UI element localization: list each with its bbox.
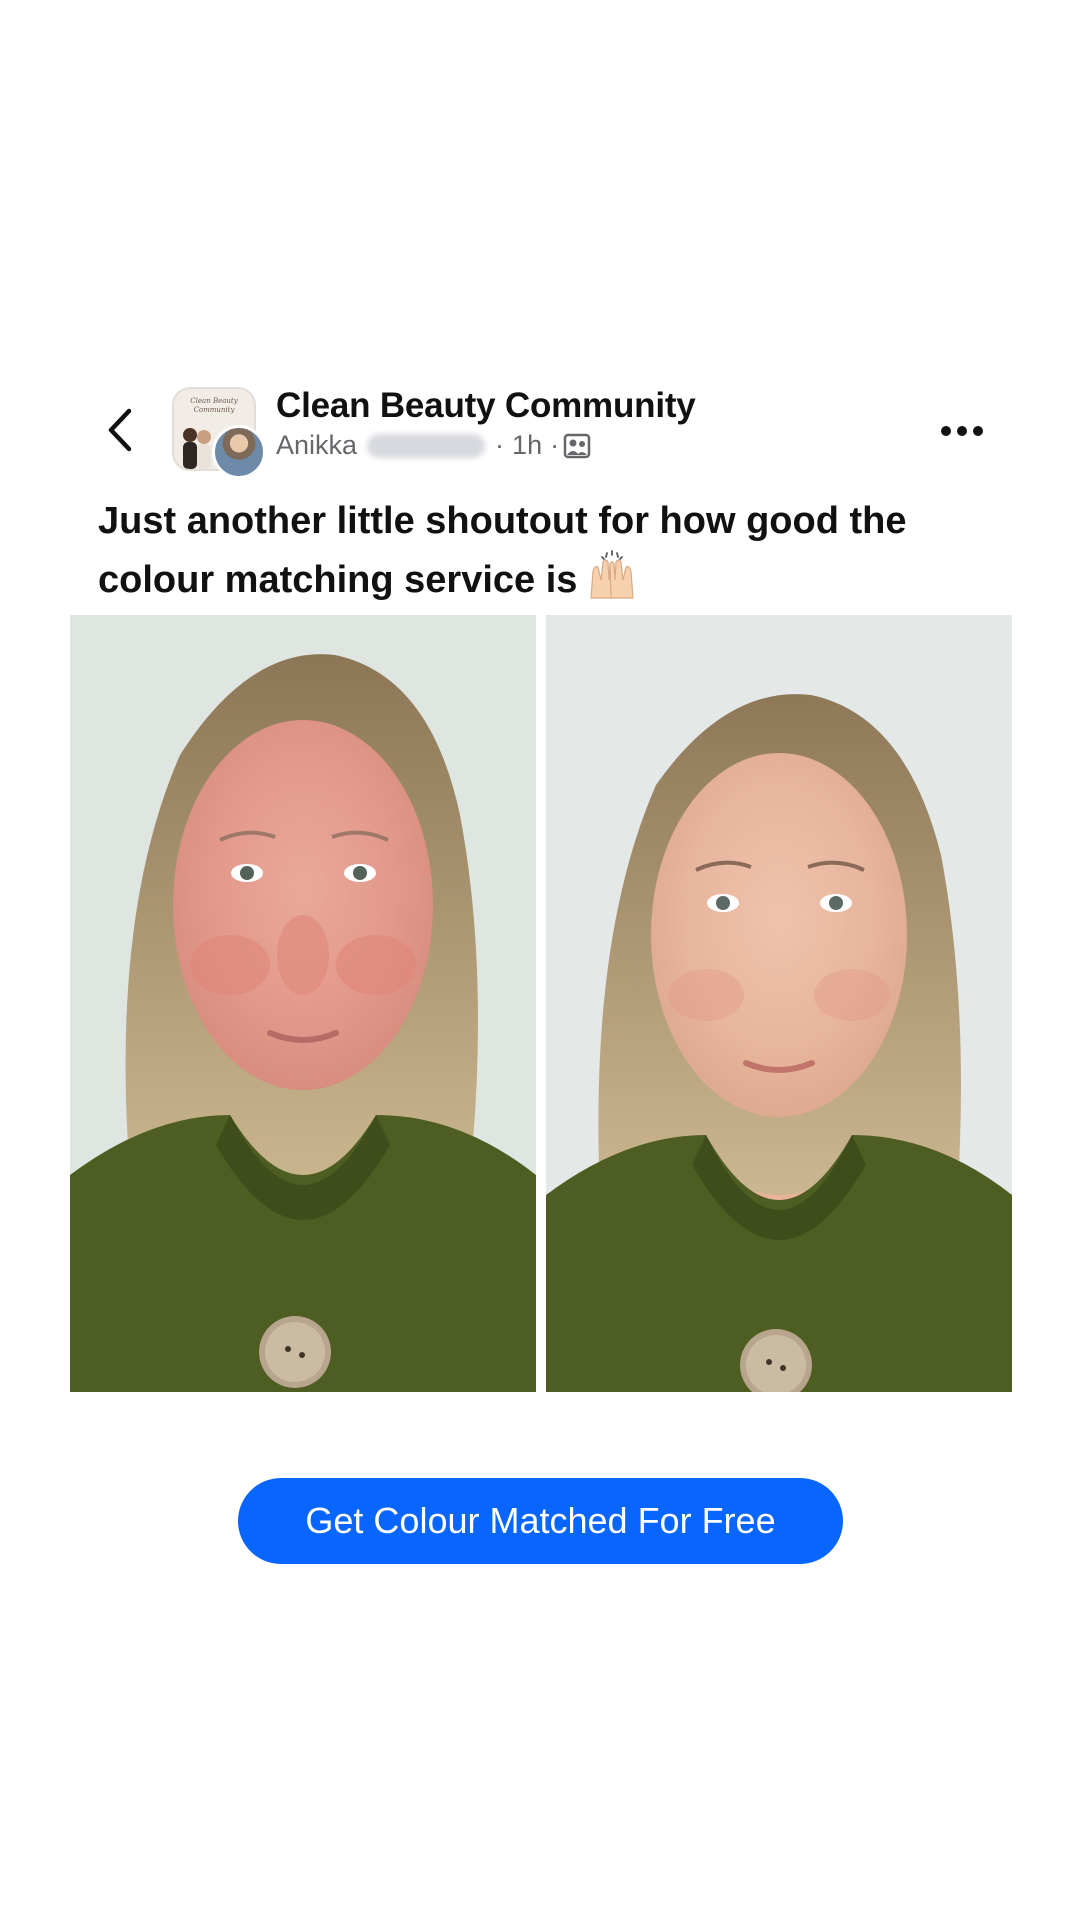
before-photo[interactable] xyxy=(70,615,536,1392)
back-button[interactable] xyxy=(96,402,144,458)
meta-separator: · xyxy=(495,430,505,460)
group-name[interactable]: Clean Beauty Community xyxy=(276,386,696,426)
chevron-left-icon xyxy=(108,408,132,452)
post-body: Just another little shoutout for how goo… xyxy=(98,492,998,617)
post-meta: Anikka · 1h · xyxy=(276,430,591,461)
author-last-name-blurred xyxy=(367,433,486,458)
post-header: Clean Beauty Community Clean Beauty Comm… xyxy=(0,380,1080,480)
post-page: Clean Beauty Community Clean Beauty Comm… xyxy=(0,0,1080,1920)
after-photo-image xyxy=(546,615,1012,1392)
raising-hands-icon xyxy=(585,550,639,617)
more-options-button[interactable] xyxy=(938,416,986,446)
meta-separator-2: · xyxy=(550,430,560,460)
before-photo-image xyxy=(70,615,536,1392)
group-members-icon xyxy=(563,433,591,459)
post-text: Just another little shoutout for how goo… xyxy=(98,500,907,601)
post-time[interactable]: 1h xyxy=(512,430,542,461)
ellipsis-icon xyxy=(941,426,983,436)
get-colour-matched-button[interactable]: Get Colour Matched For Free xyxy=(238,1478,843,1564)
author-name[interactable]: Anikka xyxy=(276,430,357,461)
after-photo[interactable] xyxy=(546,615,1012,1392)
group-avatar[interactable]: Clean Beauty Community xyxy=(172,387,266,479)
author-avatar xyxy=(212,425,266,479)
